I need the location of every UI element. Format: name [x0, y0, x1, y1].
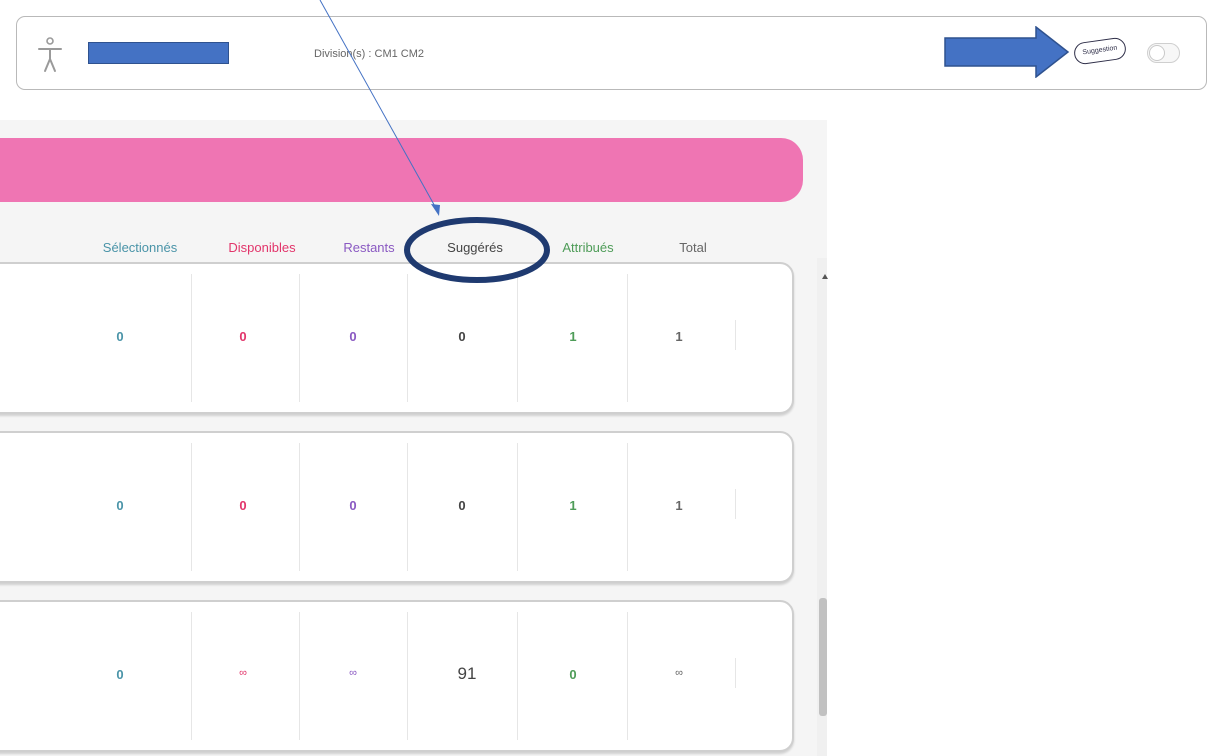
- cell-total: 1: [675, 498, 683, 513]
- cell-divider: [191, 443, 192, 571]
- cell-divider: [517, 443, 518, 571]
- cell-suggeres: 0: [458, 498, 466, 513]
- cell-total: 1: [675, 329, 683, 344]
- pink-header-bar: [0, 138, 803, 202]
- cell-restants: 0: [349, 329, 357, 344]
- scroll-up-icon[interactable]: [822, 274, 828, 279]
- cell-restants: ∞: [349, 667, 357, 679]
- cell-divider: [735, 320, 736, 350]
- cell-divider: [735, 489, 736, 519]
- cell-divider: [407, 612, 408, 740]
- accessibility-icon: [38, 37, 62, 72]
- cell-divider: [407, 274, 408, 402]
- col-header-restants: Restants: [343, 240, 395, 255]
- cell-divider: [627, 612, 628, 740]
- redacted-name: [88, 42, 229, 64]
- col-header-disponibles: Disponibles: [228, 240, 296, 255]
- cell-total: ∞: [675, 667, 683, 679]
- col-header-total: Total: [679, 240, 707, 255]
- cell-selectionnes: 0: [116, 329, 124, 344]
- cell-disponibles: 0: [239, 329, 247, 344]
- cell-disponibles: ∞: [239, 667, 247, 679]
- col-header-selectionnes: Sélectionnés: [102, 240, 178, 255]
- cell-suggeres: 0: [458, 329, 466, 344]
- cell-selectionnes: 0: [116, 498, 124, 513]
- cell-divider: [517, 274, 518, 402]
- cell-divider: [407, 443, 408, 571]
- suggestion-toggle[interactable]: [1147, 43, 1180, 63]
- cell-divider: [191, 612, 192, 740]
- scrollbar-thumb[interactable]: [819, 598, 827, 716]
- cell-attribues: 1: [569, 498, 577, 513]
- division-label: Division(s) : CM1 CM2: [314, 48, 425, 60]
- cell-selectionnes: 0: [116, 667, 124, 682]
- cell-divider: [735, 658, 736, 688]
- cell-divider: [299, 612, 300, 740]
- cell-divider: [299, 443, 300, 571]
- cell-restants: 0: [349, 498, 357, 513]
- cell-divider: [299, 274, 300, 402]
- col-header-suggeres: Suggérés: [447, 240, 503, 255]
- arrow-right-icon: [944, 26, 1070, 78]
- toggle-knob: [1149, 45, 1165, 61]
- cell-divider: [517, 612, 518, 740]
- cell-attribues: 1: [569, 329, 577, 344]
- cell-divider: [627, 274, 628, 402]
- cell-divider: [627, 443, 628, 571]
- cell-attribues: 0: [569, 667, 577, 682]
- cell-disponibles: 0: [239, 498, 247, 513]
- col-header-attribues: Attribués: [562, 240, 614, 255]
- cell-suggeres: 91: [457, 664, 477, 683]
- cell-divider: [191, 274, 192, 402]
